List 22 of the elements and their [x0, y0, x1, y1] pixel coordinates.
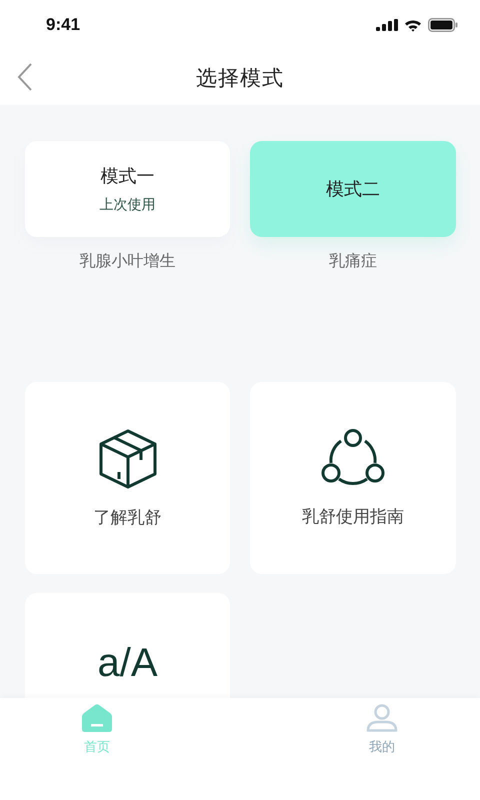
mode-description: 乳腺小叶增生 [80, 251, 176, 272]
box-icon [96, 428, 158, 490]
feature-card[interactable]: 了解乳舒 [25, 382, 230, 574]
signal-icon [376, 19, 398, 31]
mode-card[interactable]: 模式二 [250, 141, 456, 237]
feature-label: 乳舒使用指南 [302, 506, 404, 528]
wifi-icon [404, 18, 422, 32]
mode-card[interactable]: 模式一 上次使用 [25, 141, 230, 237]
home-icon [82, 704, 112, 732]
mode-title: 模式二 [326, 178, 380, 201]
status-time: 9:41 [46, 15, 80, 35]
feature-card[interactable]: a/A [25, 593, 230, 698]
feature-label: 了解乳舒 [94, 506, 162, 528]
back-icon[interactable] [17, 63, 33, 91]
mode-description: 乳痛症 [329, 251, 377, 272]
page-title: 选择模式 [196, 64, 284, 92]
battery-icon [428, 18, 458, 32]
text-size-glyph: a/A [97, 643, 158, 683]
feature-card[interactable]: 乳舒使用指南 [250, 382, 456, 574]
last-used-note: 上次使用 [100, 196, 156, 214]
mode-title: 模式一 [100, 165, 154, 188]
person-icon [366, 704, 398, 732]
